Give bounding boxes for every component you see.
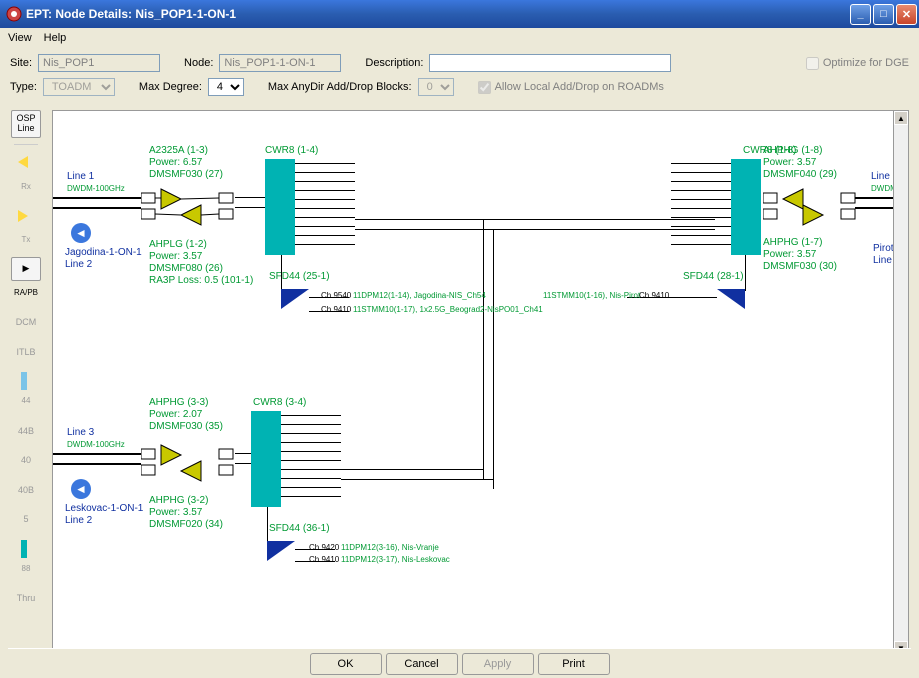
- menu-help[interactable]: Help: [44, 32, 67, 44]
- print-button[interactable]: Print: [538, 653, 610, 675]
- cwr3-block: [251, 411, 281, 507]
- tool-40b[interactable]: 40B: [11, 478, 41, 502]
- tool-rapb[interactable]: ▶: [11, 257, 41, 281]
- toolbar: Site: Node: Description: Optimize for DG…: [0, 48, 919, 108]
- cwr2-block: [731, 159, 761, 255]
- cwr1-block: [265, 159, 295, 255]
- content-area: OSPLine Rx Tx ▶ RA/PB DCM ITLB 44 44B 40…: [8, 108, 911, 678]
- type-select: TOADM: [43, 78, 115, 96]
- tool-itlb[interactable]: ITLB: [11, 340, 41, 364]
- minimize-button[interactable]: _: [850, 4, 871, 25]
- amp3-label: AHPHG (1-8)Power: 3.57DMSMF040 (29): [763, 145, 837, 181]
- back-button-3[interactable]: ◄: [71, 479, 91, 499]
- sfd3-label: SFD44 (36-1): [269, 523, 330, 535]
- sfd2-icon: [717, 289, 745, 309]
- app-icon: [6, 6, 22, 22]
- cwr3-label: CWR8 (3-4): [253, 397, 306, 409]
- cancel-button[interactable]: Cancel: [386, 653, 458, 675]
- bottom-buttons: OK Cancel Apply Print: [8, 648, 911, 678]
- menu-view[interactable]: View: [8, 32, 32, 44]
- amp5-label: AHPHG (3-3)Power: 2.07DMSMF030 (35): [149, 397, 223, 433]
- apply-button: Apply: [462, 653, 534, 675]
- node-label: Node:: [184, 57, 213, 69]
- vertical-scrollbar[interactable]: ▲▼: [893, 110, 909, 656]
- titlebar: EPT: Node Details: Nis_POP1-1-ON-1 _ □ ✕: [0, 0, 919, 28]
- line3-label: Line 3: [67, 427, 94, 439]
- back3-label: Leskovac-1-ON-1Line 2: [65, 503, 143, 527]
- line1-label: Line 1: [67, 171, 94, 183]
- tool-44b[interactable]: 44B: [11, 419, 41, 443]
- sfd3-icon: [267, 541, 295, 561]
- line3-sub: DWDM-100GHz: [67, 439, 125, 451]
- maximize-button[interactable]: □: [873, 4, 894, 25]
- maxany-label: Max AnyDir Add/Drop Blocks:: [268, 81, 412, 93]
- diagram-canvas[interactable]: Line 1 DWDM-100GHz A2325A (1-3)Power: 6.…: [52, 110, 909, 656]
- sfd2-label: SFD44 (28-1): [683, 271, 744, 283]
- maxdeg-label: Max Degree:: [139, 81, 202, 93]
- window-title: EPT: Node Details: Nis_POP1-1-ON-1: [26, 7, 850, 21]
- node-field: [219, 54, 341, 72]
- line1-sub: DWDM-100GHz: [67, 183, 125, 195]
- sfd1-label: SFD44 (25-1): [269, 271, 330, 283]
- site-label: Site:: [10, 57, 32, 69]
- dge-checkbox: Optimize for DGE: [806, 57, 909, 70]
- menubar: View Help: [0, 28, 919, 48]
- tool-osp-line[interactable]: OSPLine: [11, 110, 41, 138]
- desc-label: Description:: [365, 57, 423, 69]
- close-button[interactable]: ✕: [896, 4, 917, 25]
- left-toolbar: OSPLine Rx Tx ▶ RA/PB DCM ITLB 44 44B 40…: [8, 110, 44, 610]
- tool-thru[interactable]: Thru: [11, 586, 41, 610]
- maxdeg-select[interactable]: 4: [208, 78, 244, 96]
- desc-field[interactable]: [429, 54, 671, 72]
- amp4-label: AHPHG (1-7)Power: 3.57DMSMF030 (30): [763, 237, 837, 273]
- tool-40[interactable]: 40: [11, 448, 41, 472]
- tool-5[interactable]: 5: [11, 508, 41, 532]
- amp6-label: AHPHG (3-2)Power: 3.57DMSMF020 (34): [149, 495, 223, 531]
- cwr1-label: CWR8 (1-4): [265, 145, 318, 157]
- back-button-1[interactable]: ◄: [71, 223, 91, 243]
- amp1-label: A2325A (1-3)Power: 6.57DMSMF030 (27): [149, 145, 223, 181]
- sfd1-icon: [281, 289, 309, 309]
- tool-rx[interactable]: [11, 151, 41, 175]
- allow-checkbox: Allow Local Add/Drop on ROADMs: [478, 81, 664, 94]
- maxany-select: 0: [418, 78, 454, 96]
- back1-label: Jagodina-1-ON-1Line 2: [65, 247, 142, 271]
- site-field: [38, 54, 160, 72]
- type-label: Type:: [10, 81, 37, 93]
- tool-dcm[interactable]: DCM: [11, 310, 41, 334]
- ok-button[interactable]: OK: [310, 653, 382, 675]
- tool-tx[interactable]: [11, 204, 41, 228]
- amp2-label: AHPLG (1-2)Power: 3.57DMSMF080 (26)RA3P …: [149, 239, 253, 287]
